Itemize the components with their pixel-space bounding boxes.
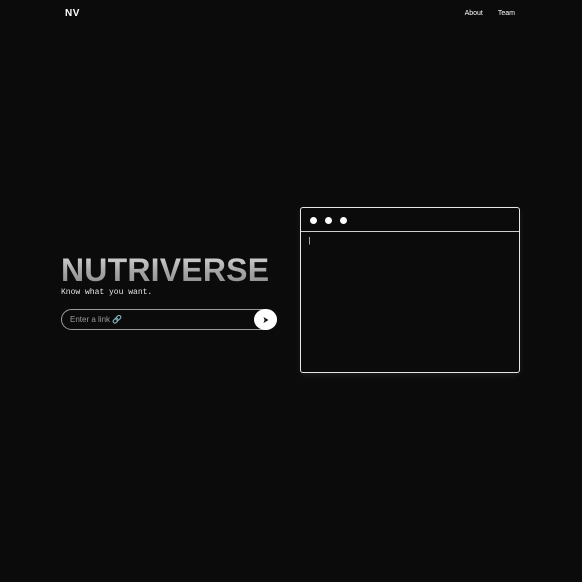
arrow-right-icon	[262, 316, 270, 324]
nav-link-about[interactable]: About	[465, 9, 483, 19]
top-nav: About Team	[465, 9, 515, 19]
link-input[interactable]	[62, 310, 252, 329]
logo[interactable]: NV	[65, 8, 80, 20]
hero-title: NUTRIVERSE	[61, 252, 270, 288]
window-dot-icon	[310, 217, 317, 224]
hero-subtitle: Know what you want.	[61, 288, 153, 297]
terminal-window: |	[300, 207, 520, 373]
submit-button[interactable]	[254, 309, 277, 330]
page: NV About Team NUTRIVERSE Know what you w…	[0, 0, 582, 582]
link-form	[61, 309, 277, 330]
terminal-cursor[interactable]: |	[307, 237, 312, 247]
terminal-title-bar	[301, 208, 519, 232]
window-dot-icon	[340, 217, 347, 224]
nav-link-team[interactable]: Team	[498, 9, 515, 19]
window-dot-icon	[325, 217, 332, 224]
